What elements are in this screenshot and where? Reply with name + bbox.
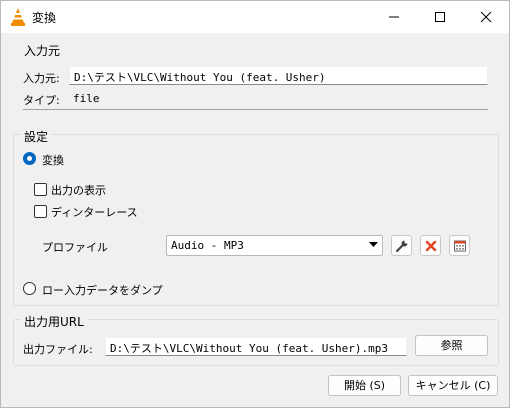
profile-label: プロファイル (42, 241, 108, 254)
start-button[interactable]: 開始 (S) (328, 375, 401, 396)
destination-group-title: 出力用URL (21, 313, 87, 330)
convert-dialog: 変換 入力元 入力元: D:\テスト\VLC\Without You (feat… (0, 0, 510, 408)
maximize-icon (435, 12, 445, 22)
output-file-field[interactable]: D:\テスト\VLC\Without You (feat. Usher).mp3 (105, 337, 407, 356)
chevron-down-icon (369, 242, 378, 247)
source-group-title: 入力元 (21, 42, 64, 59)
edit-profile-button[interactable] (391, 235, 412, 256)
dump-raw-radio[interactable] (23, 282, 36, 295)
type-label: タイプ: (23, 94, 60, 107)
source-divider (23, 109, 488, 110)
convert-radio[interactable] (23, 152, 36, 165)
minimize-icon (389, 16, 399, 18)
new-profile-button[interactable] (449, 235, 470, 256)
new-profile-icon (454, 240, 466, 252)
profile-value: Audio - MP3 (171, 239, 244, 252)
show-output-checkbox[interactable] (34, 183, 47, 196)
source-field[interactable]: D:\テスト\VLC\Without You (feat. Usher) (69, 66, 488, 85)
wrench-icon (395, 240, 408, 253)
output-file-label: 出力ファイル: (23, 343, 93, 356)
close-button[interactable] (463, 1, 509, 33)
browse-button[interactable]: 参照 (415, 335, 488, 356)
title-bar[interactable]: 変換 (1, 1, 509, 33)
deinterlace-label[interactable]: ディンターレース (51, 204, 138, 220)
window-title: 変換 (32, 11, 57, 25)
maximize-button[interactable] (417, 1, 463, 33)
convert-label[interactable]: 変換 (42, 152, 64, 168)
profile-select[interactable]: Audio - MP3 (166, 235, 383, 256)
cancel-button[interactable]: キャンセル (C) (408, 375, 498, 396)
delete-profile-button[interactable] (420, 235, 441, 256)
type-value: file (73, 92, 100, 105)
show-output-label[interactable]: 出力の表示 (51, 182, 106, 198)
close-icon (480, 11, 492, 23)
settings-group: 設定 (13, 128, 499, 306)
deinterlace-checkbox[interactable] (34, 205, 47, 218)
delete-icon (425, 240, 437, 252)
settings-group-title: 設定 (21, 128, 52, 145)
vlc-cone-icon (10, 8, 26, 26)
minimize-button[interactable] (371, 1, 417, 33)
dump-raw-label[interactable]: ロー入力データをダンプ (42, 282, 163, 298)
source-label: 入力元: (23, 72, 60, 85)
